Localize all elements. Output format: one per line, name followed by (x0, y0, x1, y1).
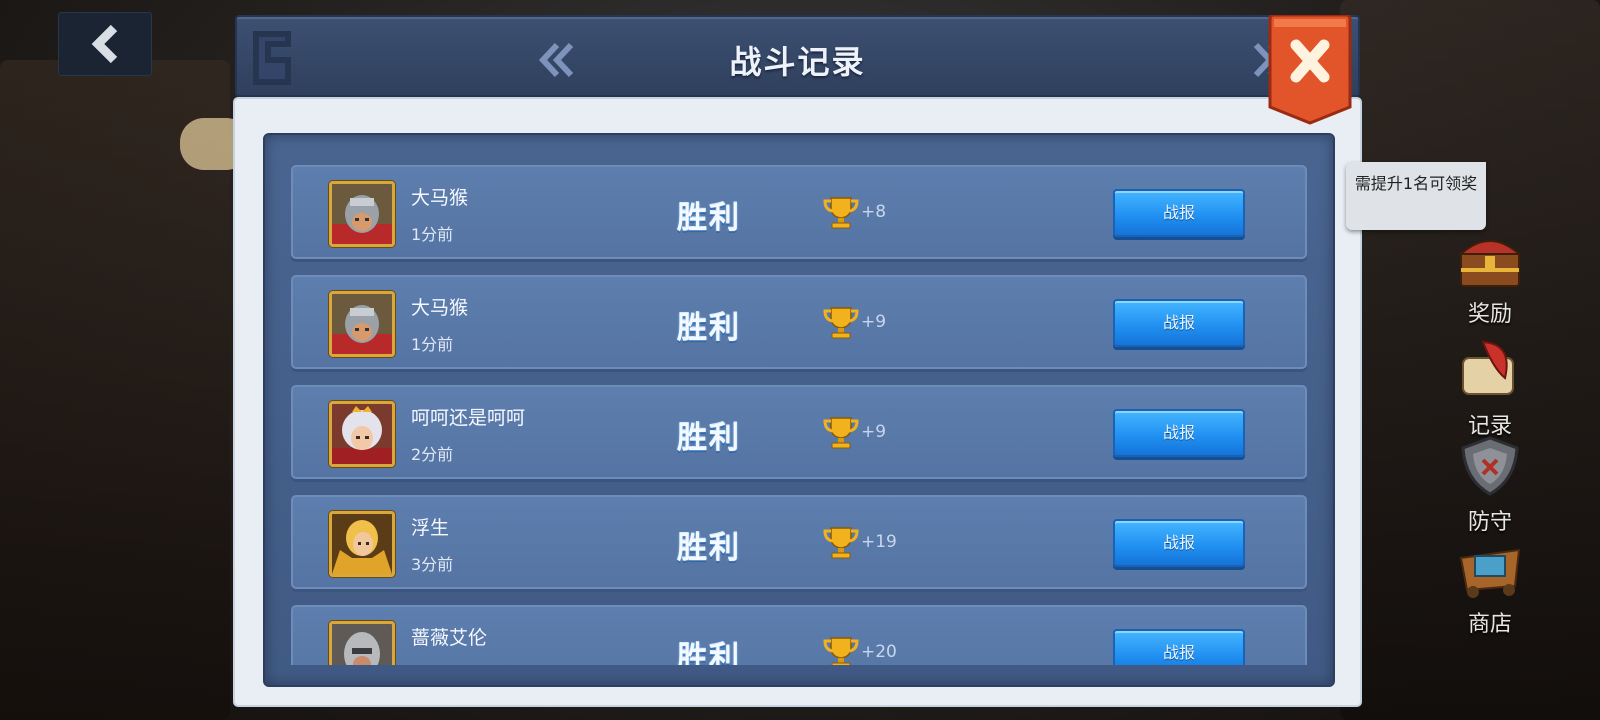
player-name: 大马猴 (411, 297, 469, 319)
trophy-score: +9 (861, 312, 887, 332)
record-row: 呵呵还是呵呵 2分前 胜利 +9 战报 (291, 385, 1307, 479)
knight-helmet-avatar-icon (329, 181, 395, 247)
trophy-score: +19 (861, 532, 897, 552)
trophy-icon (823, 197, 859, 229)
close-button[interactable] (1268, 13, 1352, 125)
armored-knight-avatar-icon (329, 621, 395, 665)
sidebar-label-shop: 商店 (1467, 612, 1512, 637)
silver-hair-princess-avatar-icon (329, 401, 395, 467)
golden-warrior-avatar-icon (329, 511, 395, 577)
record-row: 大马猴 1分前 胜利 +9 战报 (291, 275, 1307, 369)
battle-report-button[interactable]: 战报 (1113, 629, 1245, 665)
modal-header: 战斗记录 (235, 15, 1360, 97)
battle-result: 胜利 (677, 201, 741, 236)
battle-record-modal: 战斗记录 大马猴 1分前 胜利 +8 战报 大马猴 1分前 胜利 +9 战报 呵… (235, 15, 1360, 705)
trophy-icon (823, 307, 859, 339)
battle-report-button[interactable]: 战报 (1113, 409, 1245, 457)
record-panel: 大马猴 1分前 胜利 +8 战报 大马猴 1分前 胜利 +9 战报 呵呵还是呵呵… (263, 133, 1335, 687)
sidebar-item-defense[interactable]: 防守 (1440, 434, 1540, 536)
modal-title: 战斗记录 (729, 43, 866, 81)
trophy-icon (823, 637, 859, 665)
battle-result: 胜利 (677, 641, 741, 665)
sidebar-label-defense: 防守 (1467, 510, 1512, 535)
trophy-score: +9 (861, 422, 887, 442)
back-arrow-icon (91, 24, 118, 64)
sidebar-label-reward: 奖励 (1467, 302, 1512, 327)
modal-frame: 大马猴 1分前 胜利 +8 战报 大马猴 1分前 胜利 +9 战报 呵呵还是呵呵… (235, 99, 1360, 705)
back-button[interactable] (58, 12, 152, 76)
sidebar-item-shop[interactable]: 商店 (1440, 536, 1540, 638)
record-row: 浮生 3分前 胜利 +19 战报 (291, 495, 1307, 589)
time-ago: 3分前 (411, 555, 454, 574)
battle-result: 胜利 (677, 421, 741, 456)
time-ago: 1分前 (411, 225, 454, 244)
close-icon (1268, 13, 1352, 125)
sidebar-item-reward[interactable]: 奖励 (1440, 226, 1540, 328)
knight-helmet-avatar-icon (329, 291, 395, 357)
time-ago: 1分前 (411, 335, 454, 354)
player-name: 大马猴 (411, 187, 469, 209)
shop-cart-icon (1459, 548, 1521, 598)
trophy-score: +8 (861, 202, 887, 222)
battle-report-button[interactable]: 战报 (1113, 519, 1245, 567)
record-list[interactable]: 大马猴 1分前 胜利 +8 战报 大马猴 1分前 胜利 +9 战报 呵呵还是呵呵… (291, 165, 1307, 665)
trophy-score: +20 (861, 642, 897, 662)
record-row: 大马猴 1分前 胜利 +8 战报 (291, 165, 1307, 259)
trophy-icon (823, 527, 859, 559)
battle-result: 胜利 (677, 531, 741, 566)
battle-report-button[interactable]: 战报 (1113, 299, 1245, 347)
sidebar-item-record[interactable]: 记录 (1440, 338, 1540, 440)
time-ago: 2分前 (411, 445, 454, 464)
record-row: 蔷薇艾伦 胜利 +20 战报 (291, 605, 1307, 665)
battle-result: 胜利 (677, 311, 741, 346)
reward-tooltip: 需提升1名可领奖 (1346, 162, 1486, 230)
player-name: 蔷薇艾伦 (411, 627, 488, 649)
scroll-quill-icon (1462, 340, 1514, 395)
trophy-icon (823, 417, 859, 449)
player-name: 浮生 (411, 517, 450, 539)
treasure-chest-icon (1458, 240, 1522, 287)
player-name: 呵呵还是呵呵 (411, 407, 526, 429)
battle-report-button[interactable]: 战报 (1113, 189, 1245, 237)
shield-icon (1461, 436, 1519, 496)
